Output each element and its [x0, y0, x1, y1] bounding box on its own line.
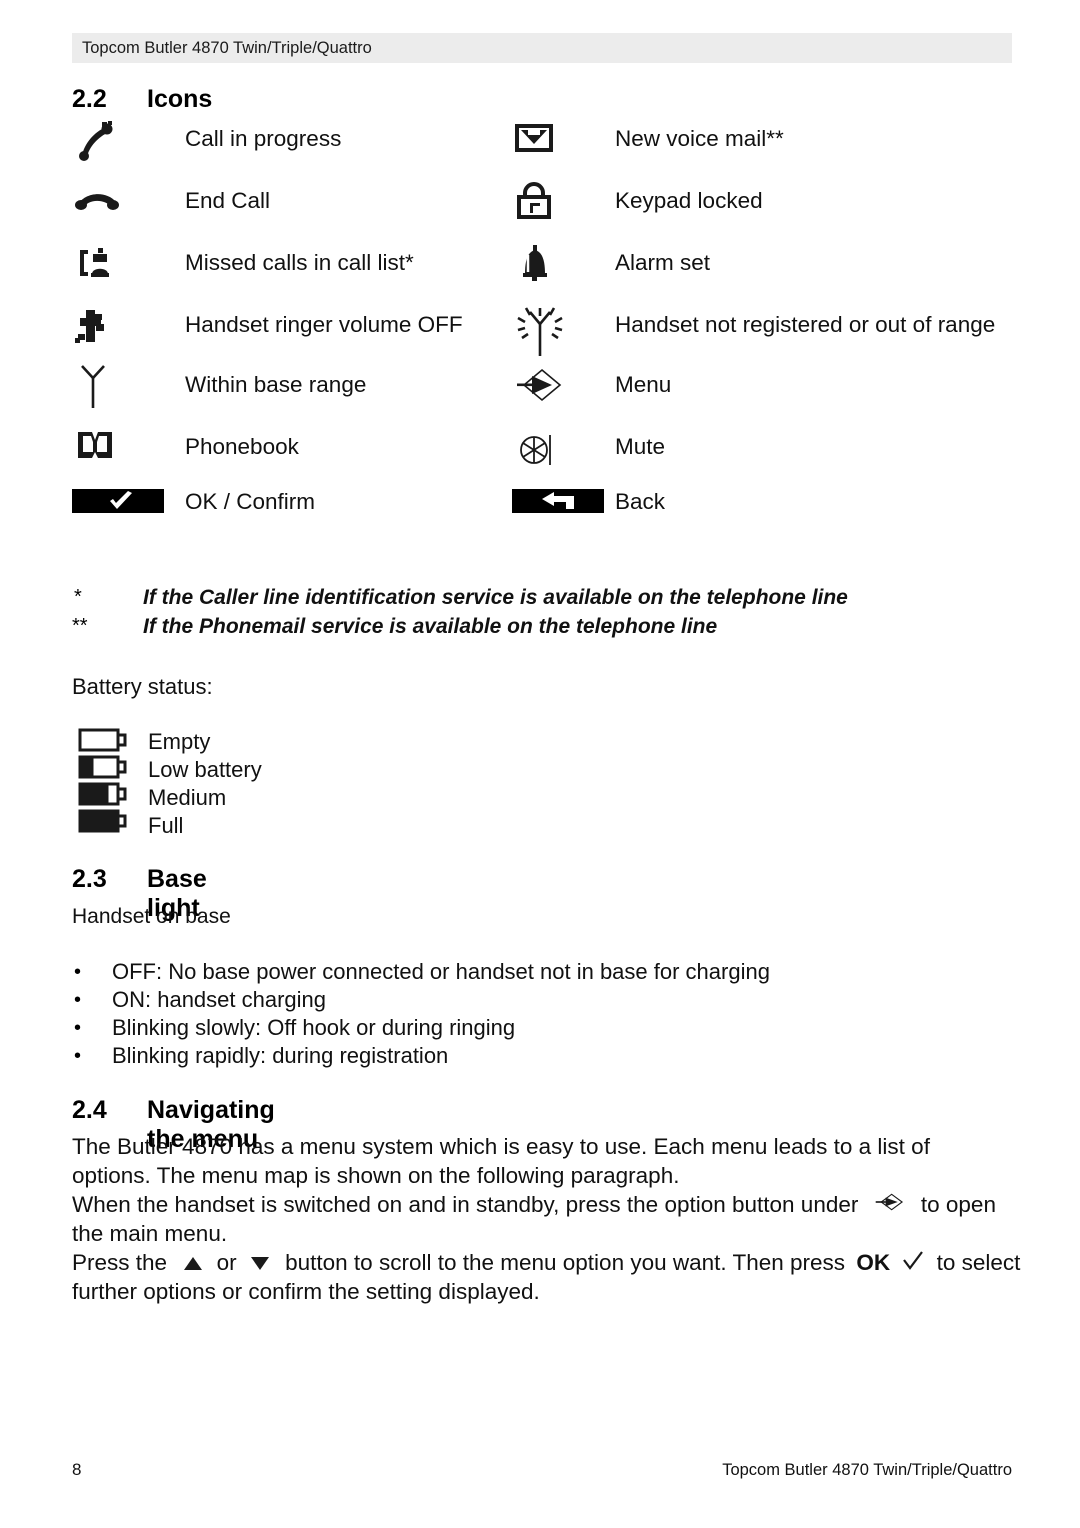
- icon-label: Missed calls in call list*: [185, 250, 414, 275]
- base-light-intro: Handset on base: [72, 905, 231, 928]
- bullet-item: Blinking rapidly: during registration: [112, 1043, 449, 1068]
- paragraph-text: When the handset is switched on and in s…: [72, 1192, 859, 1217]
- footnote-text: If the Phonemail service is available on…: [143, 615, 718, 638]
- icon-label: Alarm set: [615, 250, 711, 275]
- heading-navigating-number: 2.4: [72, 1096, 107, 1124]
- battery-empty-icon: [78, 728, 127, 752]
- icon-row: End Call Keypad locked: [72, 180, 1012, 226]
- bullet-item: OFF: No base power connected or handset …: [112, 959, 770, 984]
- page-header-title: Topcom Butler 4870 Twin/Triple/Quattro: [82, 39, 372, 57]
- paragraph-text: to open: [920, 1192, 996, 1217]
- icon-label: End Call: [185, 188, 271, 213]
- icon-label: New voice mail**: [615, 126, 784, 151]
- icon-label: OK / Confirm: [185, 489, 316, 514]
- page-header-band: Topcom Butler 4870 Twin/Triple/Quattro: [72, 33, 1012, 63]
- icon-label: Handset ringer volume OFF: [185, 312, 463, 337]
- footer-title: Topcom Butler 4870 Twin/Triple/Quattro: [722, 1461, 1012, 1479]
- ringer-off-icon: [72, 304, 172, 350]
- padlock-icon: [512, 180, 612, 226]
- icon-label: Phonebook: [185, 434, 299, 459]
- icon-label: Menu: [615, 372, 672, 397]
- alarm-bell-icon: [512, 242, 612, 288]
- bullet-marker: •: [74, 961, 82, 983]
- mute-icon: [512, 426, 612, 472]
- bullet-marker: •: [74, 1017, 82, 1039]
- phonebook-icon: [72, 426, 172, 472]
- heading-icons-number: 2.2: [72, 85, 107, 113]
- paragraph-text: to select: [936, 1250, 1021, 1275]
- bullet-marker: •: [74, 1045, 82, 1067]
- battery-full-icon: [78, 809, 127, 833]
- icon-label: Within base range: [185, 372, 367, 397]
- footnote-mark: **: [72, 615, 88, 637]
- footnote-text: If the Caller line identification servic…: [143, 586, 848, 609]
- battery-medium-icon: [78, 782, 127, 806]
- icon-row: Call in progress New voice mail**: [72, 118, 1012, 164]
- battery-level-label: Medium: [148, 785, 227, 810]
- bullet-item: Blinking slowly: Off hook or during ring…: [112, 1015, 516, 1040]
- battery-level-label: Empty: [148, 729, 211, 754]
- envelope-voicemail-icon: [512, 118, 612, 164]
- footnote-mark: *: [74, 586, 82, 608]
- battery-level-label: Low battery: [148, 757, 262, 782]
- icon-label: Handset not registered or out of range: [615, 312, 996, 337]
- icon-row: OK / Confirm Back: [72, 487, 1012, 533]
- phone-on-hook-icon: [72, 180, 172, 226]
- bullet-item: ON: handset charging: [112, 987, 327, 1012]
- icon-label: Keypad locked: [615, 188, 763, 213]
- battery-level-label: Full: [148, 813, 184, 838]
- icon-row: Handset ringer volume OFF Handset not re…: [72, 304, 1012, 356]
- heading-base-light-number: 2.3: [72, 865, 107, 893]
- antenna-icon: [72, 362, 172, 408]
- paragraph-line-with-scroll-icons: Press the or button to scroll to the men…: [72, 1248, 1020, 1279]
- battery-low-icon: [78, 755, 127, 779]
- document-page: Topcom Butler 4870 Twin/Triple/Quattro 2…: [0, 0, 1080, 1528]
- menu-arrow-icon: [873, 1191, 907, 1221]
- paragraph-text: Press the: [72, 1250, 168, 1275]
- paragraph-line: options. The menu map is shown on the fo…: [72, 1163, 680, 1188]
- battery-icon-stack: [78, 728, 130, 843]
- softkey-back-icon: [512, 487, 622, 533]
- icon-label: Call in progress: [185, 126, 342, 151]
- icon-label: Back: [615, 489, 666, 514]
- heading-icons-title: Icons: [147, 85, 213, 113]
- triangle-up-icon: [183, 1249, 203, 1279]
- checkmark-icon: [902, 1249, 924, 1279]
- battery-status-heading: Battery status:: [72, 674, 213, 699]
- paragraph-line: The Butler 4870 has a menu system which …: [72, 1134, 930, 1159]
- softkey-check-icon: [72, 487, 182, 533]
- bullet-marker: •: [74, 989, 82, 1011]
- triangle-down-icon: [250, 1249, 270, 1279]
- icon-row: Missed calls in call list* Alarm set: [72, 242, 1012, 288]
- ok-label: OK: [856, 1250, 891, 1275]
- paragraph-line: further options or confirm the setting d…: [72, 1279, 540, 1304]
- menu-arrow-icon: [512, 362, 612, 408]
- paragraph-text: or: [216, 1250, 237, 1275]
- paragraph-text: button to scroll to the menu option you …: [285, 1250, 846, 1275]
- icon-row: Phonebook Mute: [72, 426, 1012, 472]
- phone-off-hook-icon: [72, 118, 172, 164]
- icon-label: Mute: [615, 434, 666, 459]
- antenna-blinking-icon: [512, 304, 612, 356]
- paragraph-line-with-menu-icon: When the handset is switched on and in s…: [72, 1190, 996, 1221]
- missed-calls-icon: [72, 242, 172, 288]
- paragraph-line: the main menu.: [72, 1221, 228, 1246]
- page-number: 8: [72, 1460, 82, 1479]
- icon-row: Within base range Menu: [72, 362, 1012, 408]
